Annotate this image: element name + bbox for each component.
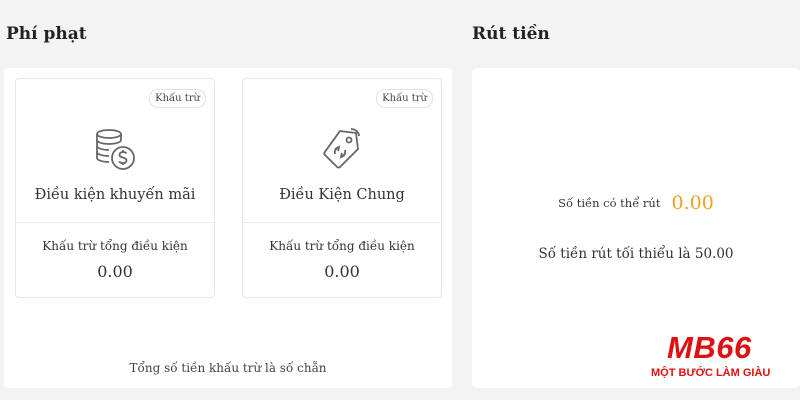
promo-deduction-value: 0.00 xyxy=(97,262,133,281)
withdraw-section-title: Rút tiền xyxy=(472,24,550,44)
logo-text: MB66 xyxy=(667,330,752,365)
promo-condition-title: Điều kiện khuyến mãi xyxy=(34,187,196,203)
card-divider xyxy=(243,222,441,223)
promo-deduction-label: Khấu trừ tổng điều kiện xyxy=(42,239,188,253)
price-tag-icon xyxy=(323,128,360,169)
penalty-footer-note: Tổng số tiền khấu trừ là số chẵn xyxy=(129,361,327,375)
available-amount-row: Số tiền có thể rút 0.00 xyxy=(472,192,800,214)
available-amount-value: 0.00 xyxy=(671,192,714,214)
penalty-section-title: Phí phạt xyxy=(6,24,87,44)
penalty-panel: Khấu trừ Điều kiện khuyến mãi Khấu trừ t… xyxy=(4,68,452,388)
promo-condition-card[interactable]: Khấu trừ Điều kiện khuyến mãi Khấu trừ t… xyxy=(15,78,215,298)
coins-dollar-icon xyxy=(96,129,135,170)
minimum-withdraw-text: Số tiền rút tối thiểu là 50.00 xyxy=(538,246,734,262)
deduction-badge: Khấu trừ xyxy=(376,89,433,108)
general-deduction-value: 0.00 xyxy=(324,262,360,281)
brand-logo: MB66 MỘT BƯỚC LÀM GIÀU xyxy=(645,330,795,386)
deduction-badge: Khấu trừ xyxy=(149,89,206,108)
card-divider xyxy=(16,222,214,223)
logo-tagline: MỘT BƯỚC LÀM GIÀU xyxy=(651,367,771,379)
available-amount-label: Số tiền có thể rút xyxy=(558,196,661,210)
general-condition-title: Điều Kiện Chung xyxy=(279,187,405,203)
general-deduction-label: Khấu trừ tổng điều kiện xyxy=(269,239,415,253)
general-condition-card[interactable]: Khấu trừ Điều Kiện Chung Khấu trừ tổng đ… xyxy=(242,78,442,298)
